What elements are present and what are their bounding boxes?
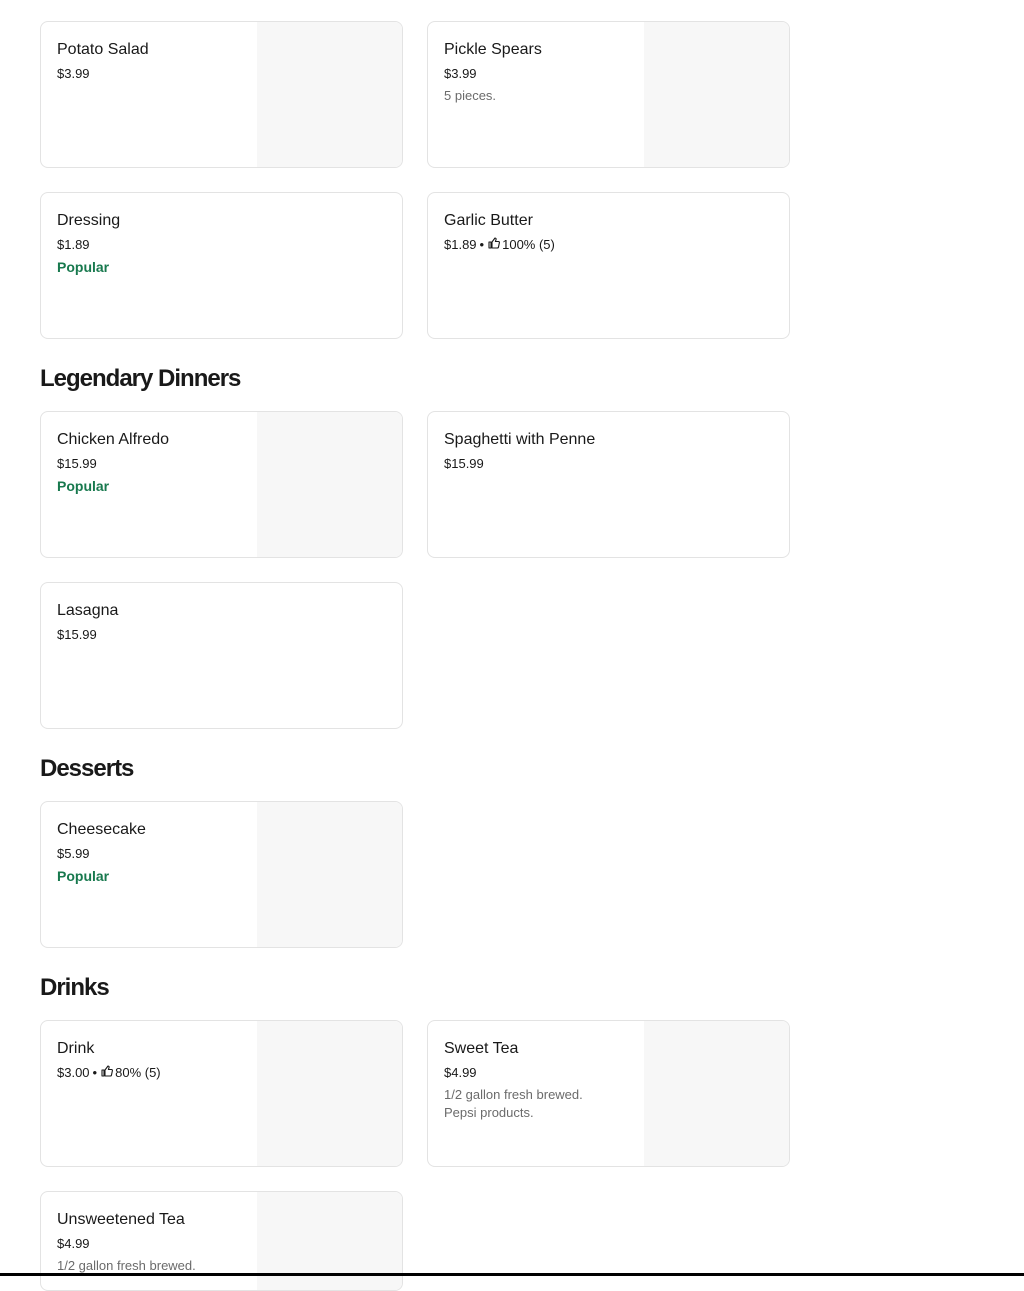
item-name: Drink: [57, 1040, 95, 1057]
thumbs-up-icon: [100, 1065, 115, 1081]
item-description: 1/2 gallon fresh brewed. Pepsi products.: [444, 1086, 639, 1122]
item-name: Potato Salad: [57, 41, 149, 58]
item-description-line: Pepsi products.: [444, 1105, 534, 1120]
item-image: [644, 22, 789, 167]
item-price: $1.89: [57, 237, 90, 252]
menu-item-card[interactable]: Pickle Spears $3.99 5 pieces.: [427, 21, 790, 168]
item-image: [257, 412, 402, 557]
separator-dot: •: [92, 1065, 98, 1080]
item-price: $15.99: [57, 456, 97, 471]
popular-badge: Popular: [57, 478, 110, 494]
item-price: $3.99: [444, 66, 477, 81]
item-image: [257, 1021, 402, 1166]
item-description: 5 pieces.: [444, 88, 497, 103]
item-name: Spaghetti with Penne: [444, 431, 596, 448]
menu-item-card[interactable]: Drink $3.00 • 80% (5): [40, 1020, 403, 1167]
menu-item-card[interactable]: Cheesecake $5.99 Popular: [40, 801, 403, 948]
item-price: $4.99: [57, 1236, 90, 1251]
item-price: $1.89: [444, 237, 477, 252]
item-rating: 80% (5): [115, 1065, 161, 1080]
menu-item-card[interactable]: Lasagna $15.99: [40, 582, 403, 729]
menu-item-card[interactable]: Garlic Butter $1.89 • 100% (5): [427, 192, 790, 339]
menu-item-card[interactable]: Sweet Tea $4.99 1/2 gallon fresh brewed.…: [427, 1020, 790, 1167]
item-name: Cheesecake: [57, 821, 146, 838]
item-name: Unsweetened Tea: [57, 1211, 185, 1228]
item-name: Lasagna: [57, 602, 119, 619]
menu-item-card[interactable]: Potato Salad $3.99: [40, 21, 403, 168]
popular-badge: Popular: [57, 259, 110, 275]
menu-item-card[interactable]: Chicken Alfredo $15.99 Popular: [40, 411, 403, 558]
item-image: [257, 22, 402, 167]
item-image: [257, 802, 402, 947]
section-title-drinks: Drinks: [40, 974, 110, 1001]
item-name: Pickle Spears: [444, 41, 542, 58]
item-description-line: 1/2 gallon fresh brewed.: [444, 1087, 583, 1102]
item-price: $3.00: [57, 1065, 90, 1080]
item-rating: 100% (5): [502, 237, 555, 252]
menu-item-card[interactable]: Unsweetened Tea $4.99 1/2 gallon fresh b…: [40, 1191, 403, 1291]
menu-item-card[interactable]: Dressing $1.89 Popular: [40, 192, 403, 339]
item-name: Chicken Alfredo: [57, 431, 170, 448]
separator-dot: •: [479, 237, 485, 252]
item-price: $15.99: [444, 456, 484, 471]
item-price: $5.99: [57, 846, 90, 861]
item-price: $4.99: [444, 1065, 477, 1080]
item-image: [644, 1021, 789, 1166]
item-price: $3.99: [57, 66, 90, 81]
section-title-legendary-dinners: Legendary Dinners: [40, 365, 241, 392]
thumbs-up-icon: [487, 237, 502, 253]
item-price: $15.99: [57, 627, 97, 642]
menu-item-card[interactable]: Spaghetti with Penne $15.99: [427, 411, 790, 558]
item-name: Dressing: [57, 212, 121, 229]
popular-badge: Popular: [57, 868, 110, 884]
item-name: Garlic Butter: [444, 212, 533, 229]
item-name: Sweet Tea: [444, 1040, 519, 1057]
section-title-desserts: Desserts: [40, 755, 134, 782]
